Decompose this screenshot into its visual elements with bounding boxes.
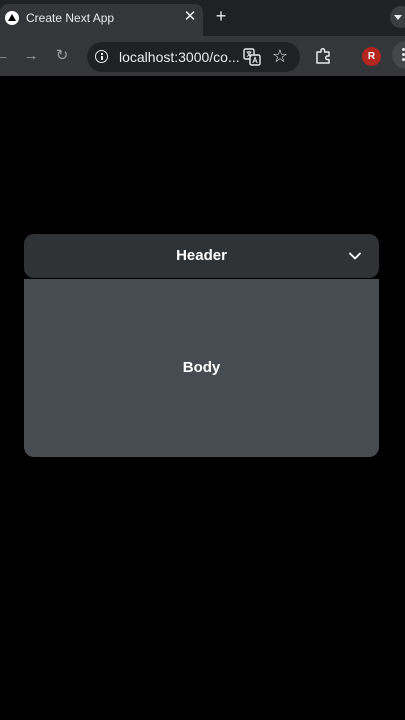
accordion-header[interactable]: Header [24,234,379,278]
translate-icon[interactable] [243,48,261,66]
tab-search-button[interactable] [390,6,405,28]
forward-arrow-icon[interactable]: → [21,46,41,66]
reload-icon[interactable]: ↻ [52,46,72,66]
accordion-header-label: Header [176,247,227,264]
tab-strip: Create Next App ✕ + [0,0,405,36]
browser-chrome: Create Next App ✕ + ← → ↻ localhost:3000… [0,0,405,76]
accordion: Header Body [24,234,379,457]
extension-icon[interactable] [314,46,334,66]
tab-title: Create Next App [26,11,115,25]
nextjs-favicon-icon [5,11,19,25]
tab-create-next-app[interactable]: Create Next App ✕ [0,4,203,36]
url-text[interactable]: localhost:3000/co... [119,49,240,65]
star-icon[interactable]: ☆ [270,46,290,66]
back-arrow-icon[interactable]: ← [0,46,12,66]
plus-icon[interactable]: + [211,6,231,26]
info-icon[interactable] [95,50,108,63]
kebab-menu-icon[interactable] [392,41,405,69]
accordion-body-label: Body [182,359,221,376]
page-viewport: Header Body [0,76,405,720]
browser-toolbar: ← → ↻ localhost:3000/co... ☆ R [0,36,405,76]
avatar[interactable]: R [362,47,381,66]
address-bar[interactable]: localhost:3000/co... ☆ [87,42,300,72]
accordion-body: Body [24,279,379,457]
chevron-down-icon[interactable] [347,248,363,264]
close-icon[interactable]: ✕ [181,8,199,26]
